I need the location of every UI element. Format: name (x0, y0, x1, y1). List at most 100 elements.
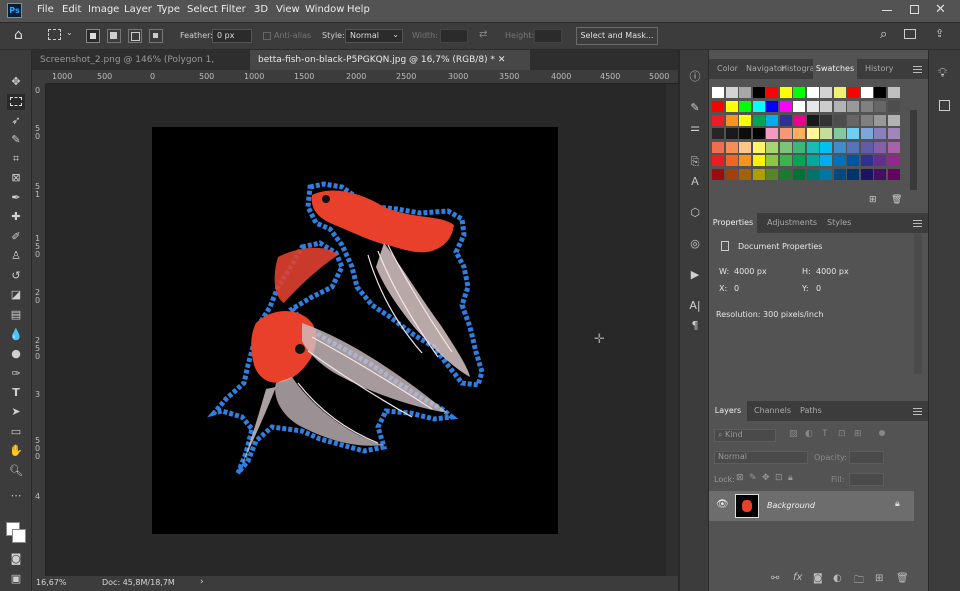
color-swatch[interactable] (874, 101, 886, 112)
color-swatch[interactable] (779, 141, 792, 153)
marquee-preset-icon[interactable] (48, 29, 61, 40)
color-swatch[interactable] (793, 101, 805, 112)
layer-style-fx-icon[interactable]: fx (793, 572, 802, 583)
lock-all-icon[interactable]: 🔒︎ (788, 473, 793, 483)
color-swatch[interactable] (793, 155, 805, 166)
color-swatch[interactable] (833, 128, 846, 139)
width-input[interactable] (440, 29, 468, 43)
tab-styles[interactable]: Styles (827, 213, 851, 233)
lock-transparent-icon[interactable]: ⊠ (736, 473, 744, 483)
minimize-icon[interactable] (882, 10, 892, 11)
swatch-scrollbar[interactable] (910, 110, 917, 190)
color-swatch[interactable] (766, 155, 778, 166)
color-swatch[interactable] (739, 155, 751, 166)
color-swatch[interactable] (793, 168, 805, 180)
color-swatch[interactable] (860, 101, 873, 112)
blur-tool-icon[interactable]: 💧 (7, 327, 25, 343)
tab-swatches[interactable]: Swatches (813, 59, 857, 79)
color-swatch[interactable] (847, 87, 859, 98)
color-swatch[interactable] (874, 87, 886, 98)
color-swatch[interactable] (725, 141, 738, 153)
color-swatch[interactable] (752, 141, 765, 153)
color-swatch[interactable] (766, 168, 778, 180)
color-swatch[interactable] (725, 101, 738, 112)
trash-icon[interactable]: 🗑︎ (891, 195, 902, 205)
color-swatch[interactable] (887, 155, 900, 166)
height-prop-value[interactable]: 4000 px (816, 267, 849, 276)
color-swatch[interactable] (752, 114, 765, 126)
move-tool-icon[interactable]: ✥ (7, 74, 25, 90)
color-swatch[interactable] (712, 141, 724, 153)
swap-width-height-icon[interactable]: ⇄ (479, 29, 487, 40)
color-swatch[interactable] (766, 87, 778, 98)
info-icon[interactable]: ⓘ (687, 69, 703, 85)
antialias-checkbox[interactable] (263, 32, 271, 40)
y-prop-value[interactable]: 0 (816, 284, 821, 293)
character-styles-icon[interactable]: Ａ (687, 174, 703, 190)
color-swatch[interactable] (712, 155, 724, 166)
layer-row-background[interactable]: 👁︎ Background 🔒︎ (709, 491, 914, 521)
color-swatch[interactable] (820, 141, 832, 153)
tab-adjustments[interactable]: Adjustments (767, 213, 817, 233)
color-swatch[interactable] (860, 87, 873, 98)
color-swatch[interactable] (820, 128, 832, 139)
filter-adjustment-icon[interactable]: ◐ (805, 429, 813, 439)
feather-input[interactable]: 0 px (212, 29, 252, 43)
filter-smart-object-icon[interactable]: ⊞ (854, 429, 862, 439)
color-swatch[interactable] (860, 141, 873, 153)
opacity-input[interactable] (849, 451, 884, 464)
filter-pixel-icon[interactable]: ▨ (789, 429, 798, 439)
color-swatch[interactable] (739, 114, 751, 126)
new-selection-icon[interactable] (86, 29, 100, 43)
play-actions-icon[interactable]: ▶ (687, 267, 703, 283)
color-swatch[interactable] (766, 101, 778, 112)
zoom-tool-icon[interactable]: 🔍︎ (7, 463, 25, 479)
color-swatch[interactable] (739, 168, 751, 180)
tab-screenshot-2[interactable]: Screenshot_2.png @ 146% (Polygon 1, RGB/… (32, 50, 246, 85)
color-swatch[interactable] (847, 168, 859, 180)
color-swatch[interactable] (725, 114, 738, 126)
color-swatch[interactable] (860, 155, 873, 166)
color-swatch[interactable] (847, 101, 859, 112)
clone-source-icon[interactable]: ⎘ (687, 154, 703, 170)
share-icon[interactable]: ⇪ (935, 27, 944, 40)
home-icon[interactable]: ⌂ (14, 27, 23, 43)
menu-file[interactable]: File (37, 4, 54, 15)
select-and-mask-button[interactable]: Select and Mask... (576, 27, 658, 45)
height-input[interactable] (534, 29, 562, 43)
color-swatch[interactable] (779, 114, 792, 126)
color-swatch[interactable] (779, 155, 792, 166)
brush-tool-icon[interactable]: ✐ (7, 229, 25, 245)
path-selection-tool-icon[interactable]: ➤ (7, 404, 25, 420)
color-swatch[interactable] (847, 141, 859, 153)
eye-visibility-icon[interactable]: 👁︎ (716, 499, 729, 510)
lightbulb-learn-icon[interactable]: 💡︎ (938, 66, 947, 81)
filter-toggle-icon[interactable] (879, 430, 885, 436)
color-swatch[interactable] (833, 87, 846, 98)
menu-edit[interactable]: Edit (62, 4, 81, 15)
color-swatch[interactable] (752, 168, 765, 180)
menu-filter[interactable]: Filter (221, 4, 246, 15)
tab-properties[interactable]: Properties (709, 213, 757, 233)
libraries-icon[interactable]: ◎ (687, 236, 703, 252)
history-brush-tool-icon[interactable]: ↺ (7, 268, 25, 284)
color-swatch[interactable] (833, 168, 846, 180)
paragraph-icon[interactable]: ¶ (687, 318, 703, 334)
color-swatch[interactable] (887, 101, 900, 112)
color-swatch[interactable] (793, 87, 805, 98)
color-swatch[interactable] (887, 168, 900, 180)
tab-channels[interactable]: Channels (754, 401, 791, 421)
tab-navigator[interactable]: Navigator (746, 59, 785, 79)
clone-stamp-tool-icon[interactable]: ♙ (7, 248, 25, 264)
width-prop-value[interactable]: 4000 px (734, 267, 767, 276)
lock-artboard-icon[interactable]: ⊡ (775, 473, 783, 483)
color-swatch[interactable] (847, 155, 859, 166)
color-swatch[interactable] (806, 168, 819, 180)
type-tool-icon[interactable]: T (7, 385, 25, 401)
color-swatch[interactable] (739, 128, 751, 139)
eraser-tool-icon[interactable]: ◪ (7, 287, 25, 303)
color-swatch[interactable] (712, 114, 724, 126)
adjustments-icon[interactable]: ⚌ (687, 120, 703, 136)
color-swatch[interactable] (739, 141, 751, 153)
color-swatch[interactable] (887, 128, 900, 139)
